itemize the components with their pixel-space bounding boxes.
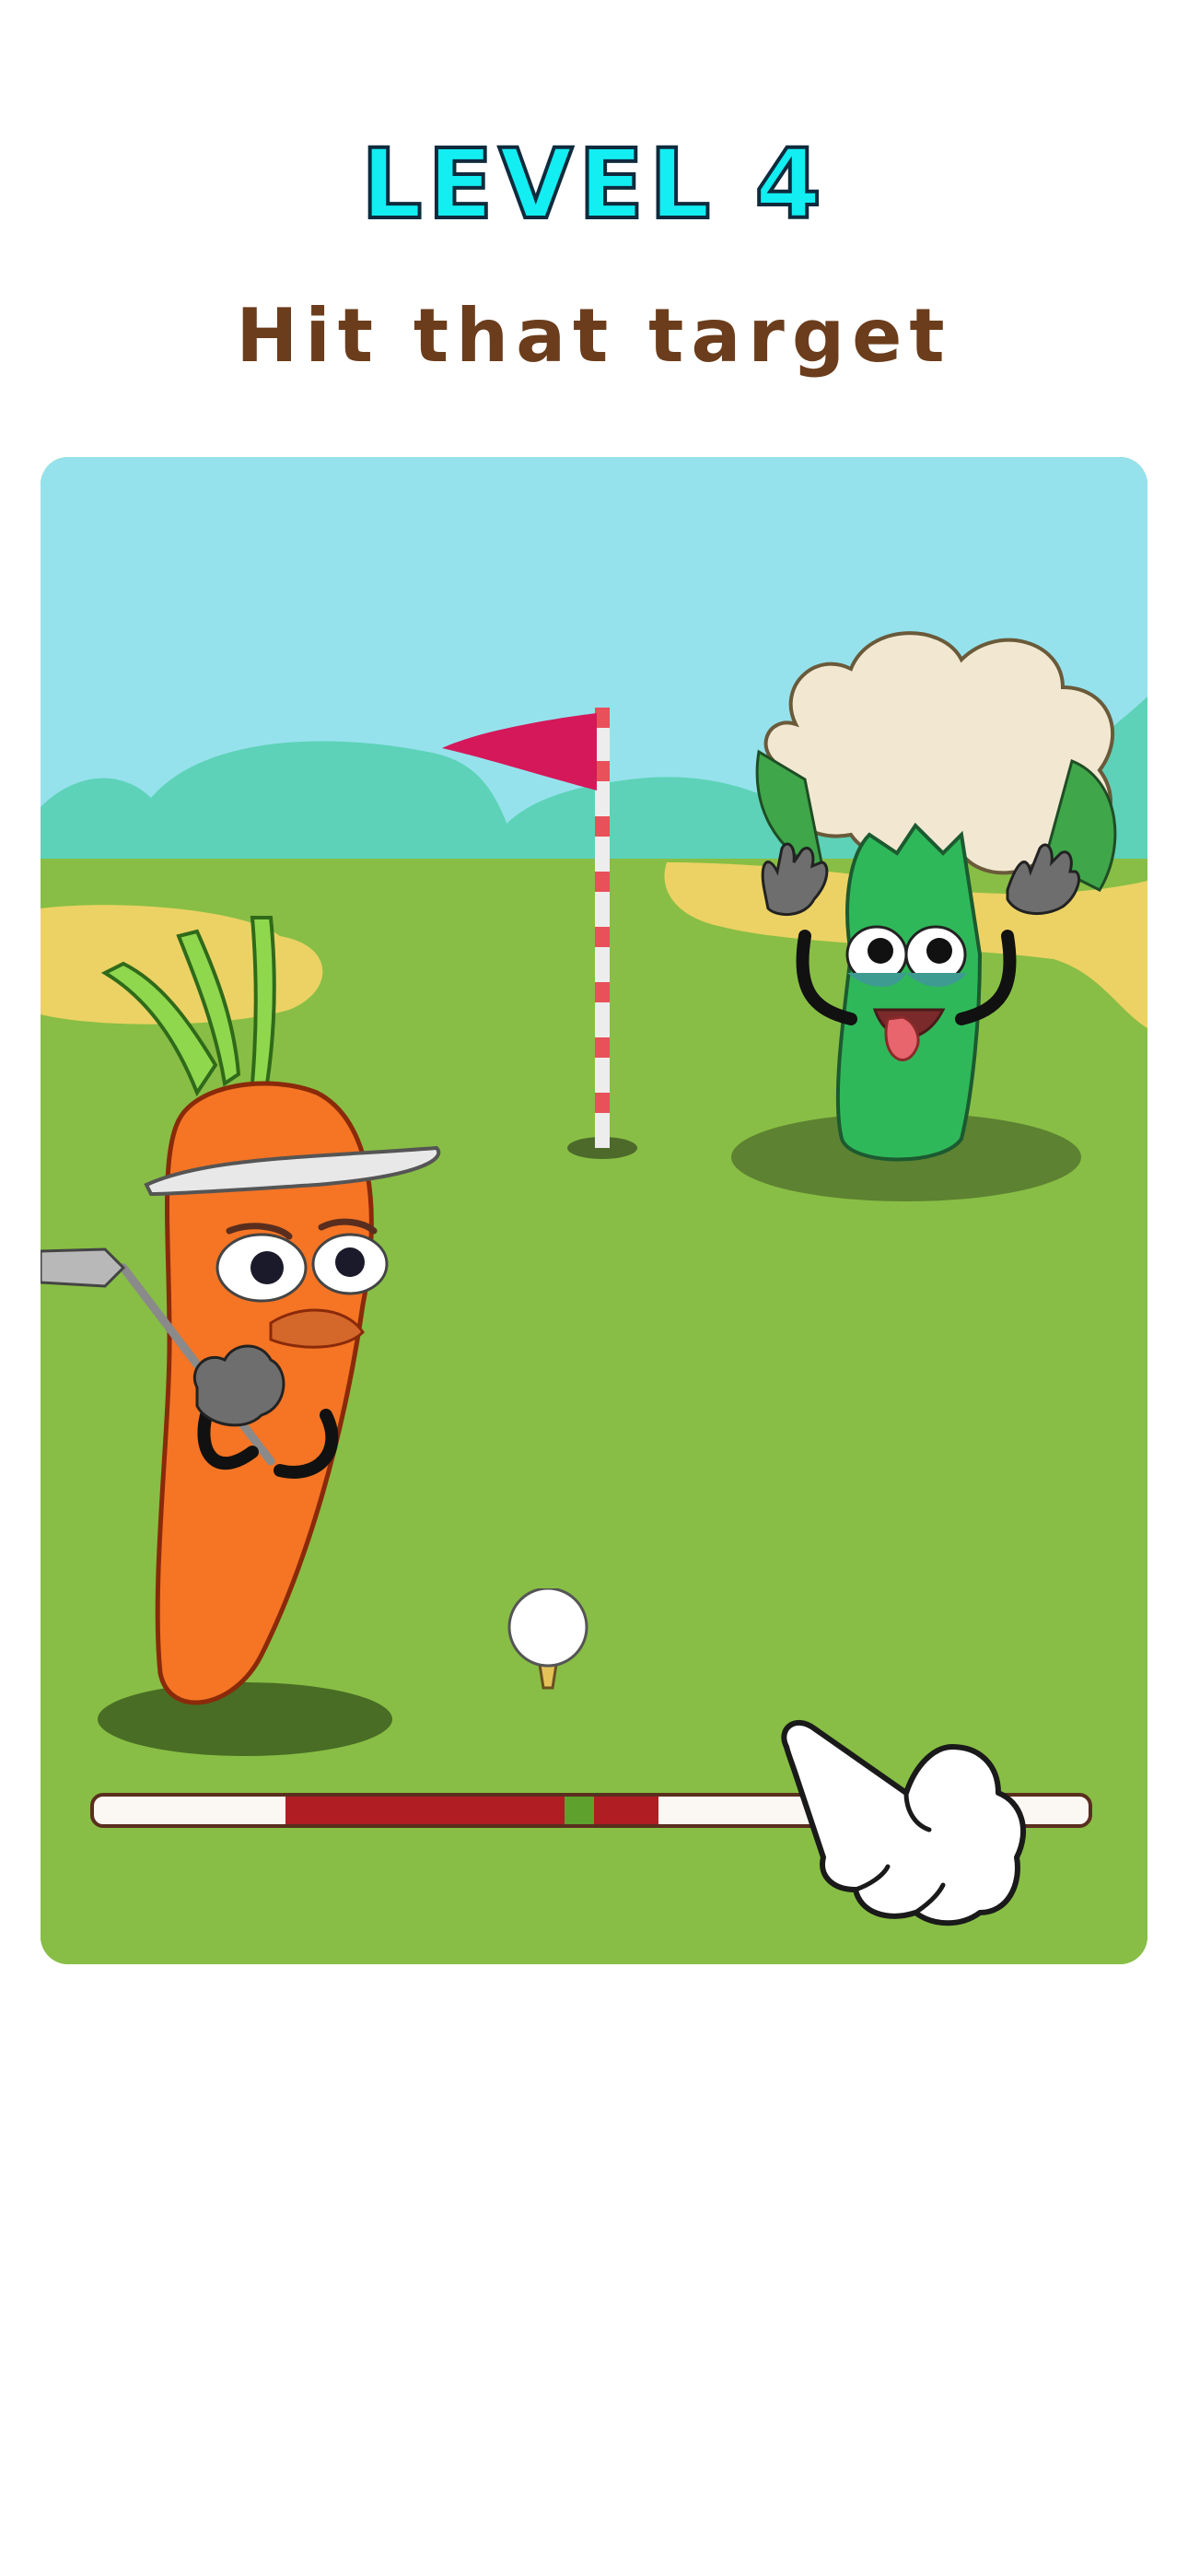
instruction-text: Hit that target	[236, 293, 952, 379]
tap-hint-hand-icon	[781, 1720, 1027, 1926]
level-title: LEVEL 4	[359, 128, 827, 240]
power-meter-target-zone	[564, 1797, 595, 1824]
game-scene[interactable]	[41, 457, 1147, 1964]
power-meter-red-zone	[285, 1797, 659, 1824]
golf-ball[interactable]	[507, 1588, 589, 1699]
